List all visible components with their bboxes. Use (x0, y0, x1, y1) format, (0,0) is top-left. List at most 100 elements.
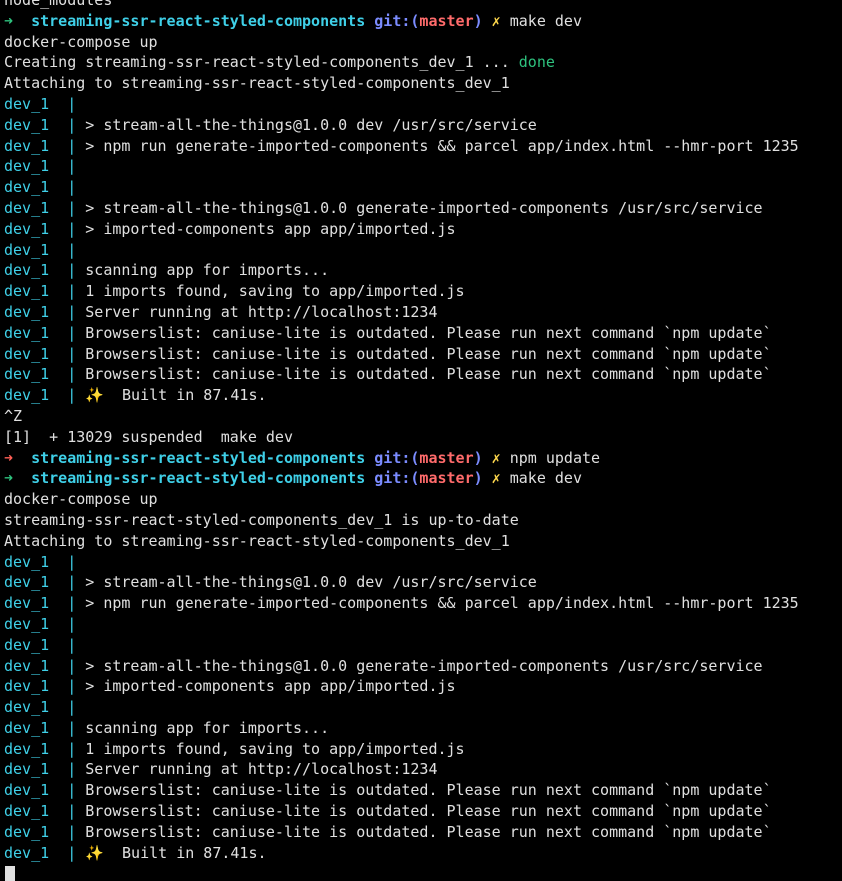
sparkles-icon: ✨ (85, 386, 104, 405)
output-text: Server running at http://localhost:1234 (85, 302, 438, 321)
prompt-git-label: git:( (365, 11, 420, 30)
service-prefix: dev_1 | (4, 802, 86, 821)
prompt-arrow-icon: ➜ (4, 469, 32, 488)
output-text: > stream-all-the-things@1.0.0 generate-i… (85, 656, 763, 675)
service-prefix: dev_1 | (4, 240, 86, 259)
terminal-line: dev_1 | scanning app for imports... (4, 718, 842, 739)
output-text: > imported-components app app/imported.j… (85, 677, 456, 696)
output-text: > npm run generate-imported-components &… (85, 594, 799, 613)
terminal-line: dev_1 | (4, 614, 842, 635)
output-text: > npm run generate-imported-components &… (85, 136, 799, 155)
terminal-line: docker-compose up (4, 32, 842, 53)
terminal-line: dev_1 | Browserslist: caniuse-lite is ou… (4, 801, 842, 822)
output-text: make dev (509, 11, 582, 30)
terminal-line: Attaching to streaming-ssr-react-styled-… (4, 73, 842, 94)
output-text: > stream-all-the-things@1.0.0 dev /usr/s… (85, 573, 537, 592)
output-text: Built in 87.41s. (103, 843, 267, 862)
sparkles-icon: ✨ (85, 843, 104, 862)
terminal-line: dev_1 | > stream-all-the-things@1.0.0 de… (4, 115, 842, 136)
prompt-git-label: ) (473, 448, 483, 467)
output-text: Browserslist: caniuse-lite is outdated. … (85, 323, 772, 342)
terminal-line: [1] + 13029 suspended make dev (4, 427, 842, 448)
output-text: 1 imports found, saving to app/imported.… (85, 282, 465, 301)
prompt-directory: streaming-ssr-react-styled-components (31, 11, 366, 30)
output-text: [1] + 13029 suspended make dev (4, 427, 293, 446)
output-text: Browserslist: caniuse-lite is outdated. … (85, 344, 772, 363)
output-text: make dev (509, 469, 582, 488)
terminal-line: ^Z (4, 406, 842, 427)
terminal-line: dev_1 | (4, 240, 842, 261)
output-text: scanning app for imports... (85, 261, 330, 280)
prompt-dirty-marker: ✗ (482, 469, 510, 488)
prompt-git-label: ) (473, 11, 483, 30)
terminal-line: dev_1 | Browserslist: caniuse-lite is ou… (4, 780, 842, 801)
terminal-line: streaming-ssr-react-styled-components_de… (4, 510, 842, 531)
terminal-line: dev_1 | (4, 94, 842, 115)
output-text: Server running at http://localhost:1234 (85, 760, 438, 779)
output-text: Browserslist: caniuse-lite is outdated. … (85, 781, 772, 800)
service-prefix: dev_1 | (4, 136, 86, 155)
prompt-arrow-icon: ➜ (4, 11, 32, 30)
terminal-line: dev_1 | Browserslist: caniuse-lite is ou… (4, 822, 842, 843)
output-text: docker-compose up (4, 490, 158, 509)
prompt-directory: streaming-ssr-react-styled-components (31, 469, 366, 488)
service-prefix: dev_1 | (4, 178, 86, 197)
service-prefix: dev_1 | (4, 323, 86, 342)
prompt-git-branch: master (419, 448, 474, 467)
output-text: node_modules (4, 0, 113, 9)
output-text: > stream-all-the-things@1.0.0 dev /usr/s… (85, 115, 537, 134)
terminal-line: dev_1 | > npm run generate-imported-comp… (4, 136, 842, 157)
prompt-git-label: git:( (365, 469, 420, 488)
service-prefix: dev_1 | (4, 386, 86, 405)
output-text: Attaching to streaming-ssr-react-styled-… (4, 531, 510, 550)
output-text: ^Z (4, 406, 23, 425)
service-prefix: dev_1 | (4, 115, 86, 134)
terminal-line: docker-compose up (4, 489, 842, 510)
prompt-git-branch: master (419, 469, 474, 488)
terminal-line: dev_1 | > stream-all-the-things@1.0.0 ge… (4, 656, 842, 677)
terminal-line: dev_1 | > imported-components app app/im… (4, 676, 842, 697)
service-prefix: dev_1 | (4, 365, 86, 384)
prompt-arrow-error-icon: ➜ (4, 448, 32, 467)
output-text: Creating streaming-ssr-react-styled-comp… (4, 53, 519, 72)
service-prefix: dev_1 | (4, 302, 86, 321)
service-prefix: dev_1 | (4, 94, 86, 113)
terminal-line: dev_1 | 1 imports found, saving to app/i… (4, 281, 842, 302)
output-text: streaming-ssr-react-styled-components_de… (4, 510, 519, 529)
terminal-line: dev_1 | Browserslist: caniuse-lite is ou… (4, 323, 842, 344)
terminal-line: dev_1 | 1 imports found, saving to app/i… (4, 739, 842, 760)
output-text: Browserslist: caniuse-lite is outdated. … (85, 802, 772, 821)
terminal-line: dev_1 | ✨ Built in 87.41s. (4, 843, 842, 864)
service-prefix: dev_1 | (4, 718, 86, 737)
terminal-line: dev_1 | Server running at http://localho… (4, 302, 842, 323)
terminal-line: dev_1 | (4, 697, 842, 718)
terminal-line: dev_1 | ✨ Built in 87.41s. (4, 385, 842, 406)
terminal-line: Attaching to streaming-ssr-react-styled-… (4, 531, 842, 552)
terminal-line: dev_1 | scanning app for imports... (4, 260, 842, 281)
terminal-line: dev_1 | Browserslist: caniuse-lite is ou… (4, 344, 842, 365)
prompt-dirty-marker: ✗ (482, 448, 510, 467)
terminal-line: dev_1 | Server running at http://localho… (4, 759, 842, 780)
output-text: docker-compose up (4, 32, 158, 51)
output-text: > imported-components app app/imported.j… (85, 219, 456, 238)
output-text: 1 imports found, saving to app/imported.… (85, 739, 465, 758)
service-prefix: dev_1 | (4, 552, 86, 571)
service-prefix: dev_1 | (4, 739, 86, 758)
terminal-window[interactable]: node_modules ➜ streaming-ssr-react-styled… (0, 0, 842, 881)
service-prefix: dev_1 | (4, 594, 86, 613)
service-prefix: dev_1 | (4, 282, 86, 301)
service-prefix: dev_1 | (4, 781, 86, 800)
service-prefix: dev_1 | (4, 157, 86, 176)
terminal-line: Creating streaming-ssr-react-styled-comp… (4, 52, 842, 73)
terminal-line: dev_1 | > npm run generate-imported-comp… (4, 593, 842, 614)
terminal-output: node_modules ➜ streaming-ssr-react-styled… (4, 0, 842, 863)
terminal-line: dev_1 | > stream-all-the-things@1.0.0 de… (4, 572, 842, 593)
service-prefix: dev_1 | (4, 198, 86, 217)
service-prefix: dev_1 | (4, 760, 86, 779)
terminal-line: dev_1 | (4, 177, 842, 198)
terminal-line: dev_1 | (4, 156, 842, 177)
terminal-cursor[interactable] (5, 866, 15, 881)
prompt-git-label: git:( (365, 448, 420, 467)
output-text: > stream-all-the-things@1.0.0 generate-i… (85, 198, 763, 217)
terminal-line: dev_1 | (4, 552, 842, 573)
